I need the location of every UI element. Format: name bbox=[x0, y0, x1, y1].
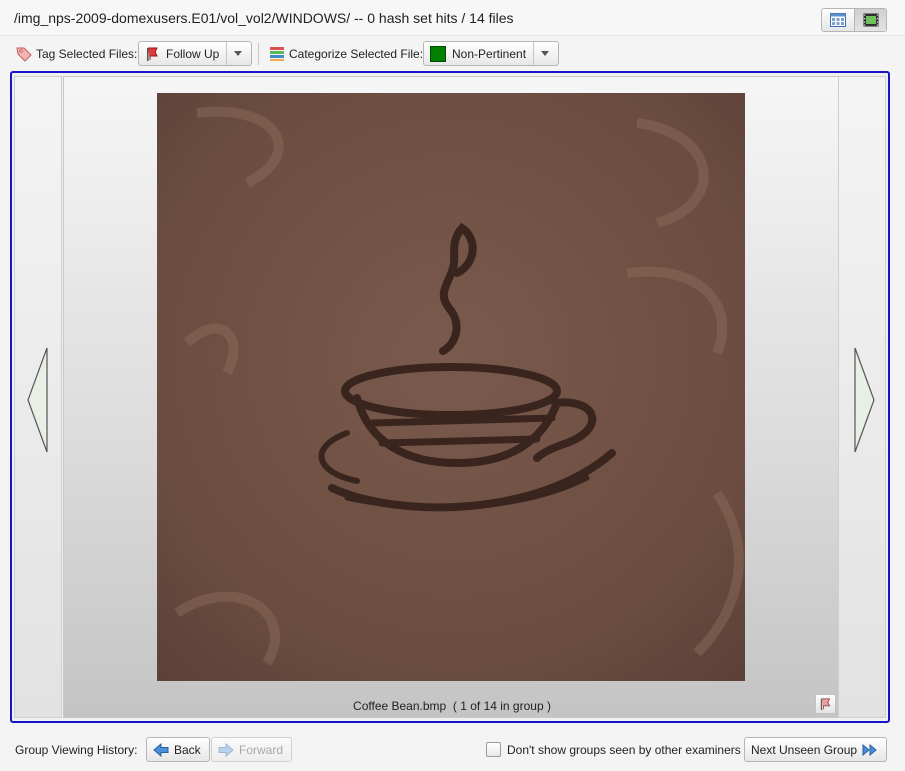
category-split-button: Non-Pertinent bbox=[423, 41, 559, 66]
slideshow-view-button[interactable] bbox=[854, 9, 886, 31]
view-toggle bbox=[821, 8, 887, 32]
coffee-bean-image bbox=[157, 93, 745, 681]
back-button[interactable]: Back bbox=[146, 737, 210, 762]
next-file-button[interactable] bbox=[838, 76, 886, 718]
forward-button[interactable]: Forward bbox=[211, 737, 293, 762]
toolbar: Tag Selected Files: Follow Up Categorize… bbox=[0, 37, 905, 71]
slideshow-view-icon bbox=[863, 13, 878, 27]
arrow-right-icon bbox=[218, 742, 234, 757]
slide-area: Coffee Bean.bmp ( 1 of 14 in group ) bbox=[63, 76, 839, 718]
forward-label: Forward bbox=[239, 742, 284, 757]
previous-file-button[interactable] bbox=[14, 76, 62, 718]
arrow-left-icon bbox=[27, 347, 48, 453]
slideshow-viewer: Coffee Bean.bmp ( 1 of 14 in group ) bbox=[10, 71, 890, 723]
categorize-icon bbox=[270, 47, 284, 61]
toolbar-divider bbox=[258, 43, 259, 65]
category-color-swatch bbox=[430, 45, 446, 62]
follow-up-button[interactable]: Follow Up bbox=[139, 42, 226, 65]
tag-files-label: Tag Selected Files: bbox=[36, 47, 138, 61]
arrow-right-icon bbox=[854, 347, 875, 453]
grid-view-icon bbox=[830, 13, 846, 27]
image-preview[interactable] bbox=[157, 93, 745, 681]
grid-view-button[interactable] bbox=[822, 9, 854, 31]
next-unseen-group-button[interactable]: Next Unseen Group bbox=[744, 737, 888, 762]
chevron-down-icon bbox=[540, 51, 549, 56]
tag-dropdown-arrow[interactable] bbox=[226, 42, 248, 65]
category-dropdown-arrow[interactable] bbox=[533, 42, 555, 65]
tag-split-button: Follow Up bbox=[138, 41, 252, 66]
file-caption: Coffee Bean.bmp ( 1 of 14 in group ) bbox=[64, 699, 840, 713]
categorize-label: Categorize Selected File: bbox=[289, 47, 424, 61]
tag-icon bbox=[16, 47, 32, 62]
footer-bar: Group Viewing History: Back Forward Don'… bbox=[0, 729, 905, 771]
file-tag-button[interactable] bbox=[815, 694, 836, 714]
arrow-left-icon bbox=[153, 742, 169, 757]
back-label: Back bbox=[174, 742, 201, 757]
category-button[interactable]: Non-Pertinent bbox=[424, 42, 533, 65]
group-position: ( 1 of 14 in group ) bbox=[452, 699, 551, 713]
next-unseen-label: Next Unseen Group bbox=[751, 742, 858, 757]
dont-show-checkbox[interactable] bbox=[486, 742, 501, 757]
path-title: /img_nps-2009-domexusers.E01/vol_vol2/WI… bbox=[14, 10, 514, 26]
chevron-down-icon bbox=[233, 51, 242, 56]
follow-up-flag-icon bbox=[147, 47, 158, 61]
follow-up-flag-icon bbox=[820, 698, 830, 711]
dont-show-label: Don't show groups seen by other examiner… bbox=[507, 743, 741, 757]
fast-forward-icon bbox=[862, 743, 877, 756]
file-name: Coffee Bean.bmp bbox=[353, 699, 447, 713]
category-value: Non-Pertinent bbox=[452, 46, 527, 61]
tag-value: Follow Up bbox=[166, 46, 220, 61]
header-bar: /img_nps-2009-domexusers.E01/vol_vol2/WI… bbox=[0, 0, 905, 36]
history-label: Group Viewing History: bbox=[15, 743, 138, 757]
